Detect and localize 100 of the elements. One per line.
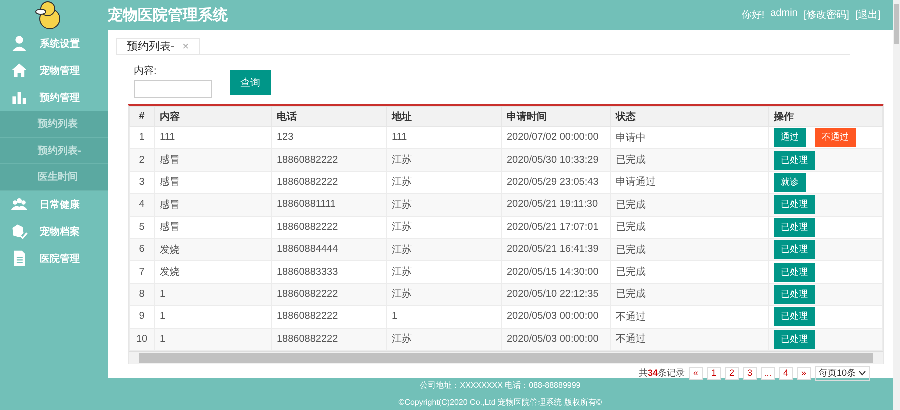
table-cell: 9 (130, 306, 154, 328)
table-cell: 江苏 (386, 238, 502, 261)
action-button[interactable]: 已处理 (774, 330, 815, 349)
page-button[interactable]: ... (760, 366, 775, 380)
group-icon (11, 196, 28, 214)
footer-text: 公司地址：XXXXXXXX 电话：088-88889999 (420, 380, 581, 391)
scrollbar[interactable] (129, 350, 883, 364)
table-cell: 发烧 (154, 260, 272, 284)
page-button[interactable]: « (688, 366, 703, 380)
sidebar-item[interactable]: 日常健康 (0, 191, 108, 218)
sidebar-item[interactable]: 系统设置 (0, 30, 108, 57)
table-cell: 江苏 (386, 328, 502, 350)
table-cell: 感冒 (154, 148, 272, 172)
table-cell: 2020/05/21 17:07:01 (502, 216, 610, 238)
table-cell: 发烧 (154, 238, 272, 261)
table-cell: 5 (130, 216, 154, 238)
table-cell: 已完成 (610, 194, 768, 216)
table-cell: 2020/05/15 14:30:00 (502, 260, 610, 284)
table-cell: 2020/05/03 00:00:00 (502, 306, 610, 328)
table-cell: 已完成 (610, 260, 768, 284)
search-button[interactable]: 查询 (230, 70, 271, 95)
table-cell: 江苏 (386, 283, 502, 306)
table-cell: 1 (154, 306, 272, 328)
page-button[interactable]: 2 (724, 366, 739, 380)
table-cell: 不通过 (610, 328, 768, 350)
field-label: 内容: (134, 64, 158, 78)
table-cell: 2020/05/03 00:00:00 (502, 328, 610, 350)
column-header: 操作 (768, 106, 882, 126)
sidebar-item[interactable]: 预约管理 (0, 84, 108, 111)
user-icon (11, 35, 28, 52)
app-title: 宠物医院管理系统 (108, 6, 229, 24)
table-cell: 18860881111 (272, 194, 386, 216)
page-button[interactable]: » (796, 366, 811, 380)
action-button[interactable]: 已处理 (774, 284, 815, 304)
column-header: 内容 (154, 106, 272, 126)
sidebar-item[interactable]: 医院管理 (0, 245, 108, 272)
action-button[interactable]: 已处理 (774, 307, 815, 326)
table-cell: 已完成 (610, 148, 768, 172)
table-cell: 感冒 (154, 194, 272, 216)
pet-icon (11, 223, 28, 240)
sidebar-item[interactable]: 宠物管理 (0, 57, 108, 84)
caret-icon (859, 370, 866, 376)
table-cell: 已完成 (610, 216, 768, 238)
greeting: 你好! (742, 9, 765, 22)
table-cell: 18860884444 (272, 238, 386, 261)
table-cell: 18860882222 (272, 216, 386, 238)
table-cell: 2020/05/10 22:12:35 (502, 283, 610, 306)
table-cell: 已完成 (610, 238, 768, 261)
table-cell: 18860883333 (272, 260, 386, 284)
username: admin (770, 8, 798, 21)
scrollbar[interactable] (893, 0, 900, 410)
table-cell: 1 (386, 306, 502, 328)
column-header: 状态 (610, 106, 768, 126)
table-cell: 2020/05/30 10:33:29 (502, 148, 610, 172)
action-button[interactable]: 就诊 (774, 172, 806, 192)
action-button[interactable]: 不通过 (815, 128, 856, 148)
table-cell: 江苏 (386, 194, 502, 216)
table-cell: 感冒 (154, 216, 272, 238)
page-size-select[interactable]: 每页10条 (814, 366, 870, 381)
action-button[interactable]: 通过 (774, 128, 806, 148)
table-cell: 18860882222 (272, 148, 386, 172)
action-button[interactable]: 已处理 (774, 240, 815, 260)
input-field[interactable] (134, 80, 212, 98)
table-cell: 7 (130, 260, 154, 284)
table-cell: 2020/05/21 19:11:30 (502, 194, 610, 216)
table-cell: 江苏 (386, 216, 502, 238)
action-button[interactable]: 已处理 (774, 195, 815, 214)
table-cell: 已完成 (610, 283, 768, 306)
table-cell: 10 (130, 328, 154, 350)
home-icon (11, 62, 28, 79)
page-button[interactable]: 1 (706, 366, 721, 380)
close-icon[interactable]: × (182, 40, 190, 52)
table-cell: 1 (154, 328, 272, 350)
page-button[interactable]: 3 (742, 366, 757, 380)
table-cell: 2 (130, 148, 154, 172)
action-button[interactable]: 已处理 (774, 218, 815, 237)
table-cell: 18860882222 (272, 283, 386, 306)
tab[interactable]: 预约列表- × (116, 38, 200, 54)
page-button[interactable]: 4 (778, 366, 793, 380)
header-link[interactable]: [退出] (855, 8, 881, 22)
table-cell: 8 (130, 283, 154, 306)
table-cell: 江苏 (386, 148, 502, 172)
table-cell: 不通过 (610, 306, 768, 328)
table-cell: 2020/05/21 16:41:39 (502, 238, 610, 261)
table-cell: 18860882222 (272, 328, 386, 350)
column-header: 申请时间 (502, 106, 610, 126)
table-cell: 18860882222 (272, 306, 386, 328)
action-button[interactable]: 已处理 (774, 262, 815, 282)
record-count: 共34条记录 (638, 366, 685, 380)
table-cell: 1 (154, 283, 272, 306)
action-button[interactable]: 已处理 (774, 150, 815, 170)
column-header: 地址 (386, 106, 502, 126)
table-cell: 4 (130, 194, 154, 216)
footer-text: ©Copyright(C)2020 Co.,Ltd 宠物医院管理系统 版权所有© (398, 397, 602, 408)
table-cell: 6 (130, 238, 154, 261)
header-link[interactable]: [修改密码] (804, 8, 850, 22)
column-header: # (130, 106, 154, 126)
table-cell: 江苏 (386, 260, 502, 284)
sidebar-item[interactable]: 宠物档案 (0, 218, 108, 246)
column-header: 电话 (272, 106, 386, 126)
